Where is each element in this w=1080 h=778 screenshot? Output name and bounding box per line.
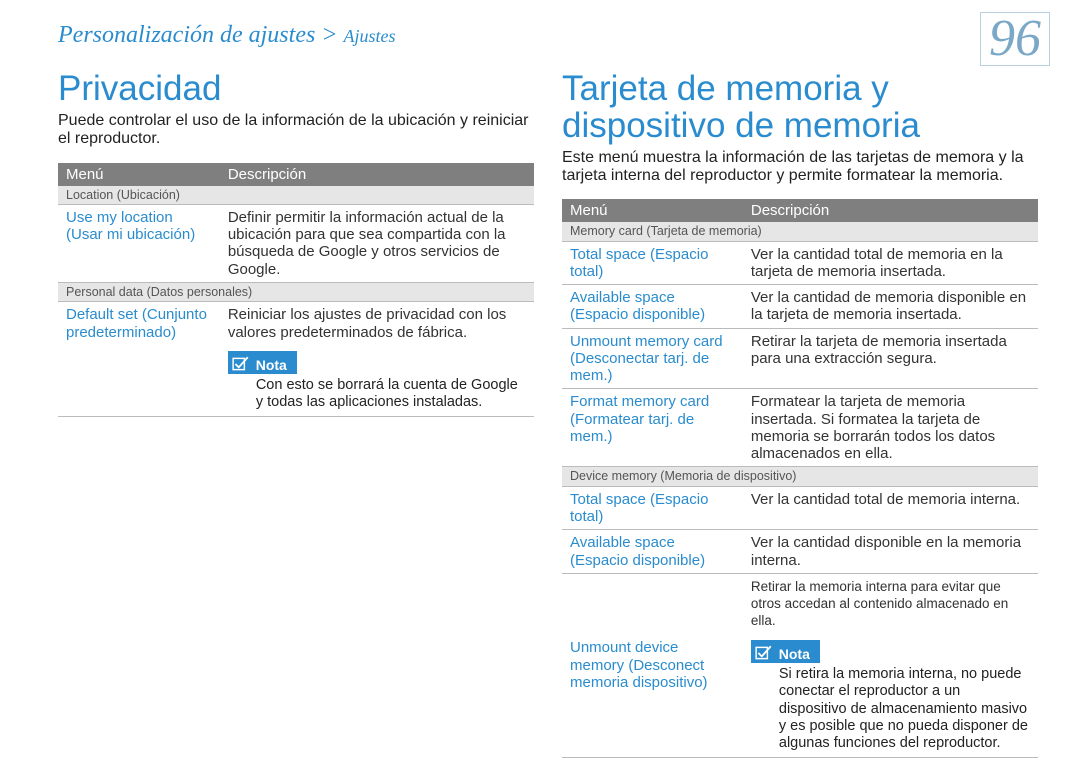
th-desc: Descripción bbox=[743, 199, 1038, 222]
privacy-intro: Puede controlar el uso de la información… bbox=[58, 112, 534, 149]
breadcrumb-sub: Ajustes bbox=[344, 26, 396, 46]
table-row: Memory card (Tarjeta de memoria) bbox=[562, 222, 1038, 241]
table-row: Device memory (Memoria de dispositivo) bbox=[562, 467, 1038, 486]
table-row: Default set (Cunjunto predeterminado) Re… bbox=[58, 302, 534, 417]
th-menu: Menú bbox=[58, 163, 220, 186]
breadcrumb: Personalización de ajustes > Ajustes bbox=[58, 22, 1038, 49]
right-column: Tarjeta de memoria y dispositivo de memo… bbox=[562, 71, 1038, 758]
breadcrumb-sep: > bbox=[321, 22, 337, 48]
menu-total-space-card: Total space (Espacio total) bbox=[562, 241, 743, 285]
table-header: Menú Descripción bbox=[562, 199, 1038, 222]
desc-use-my-location: Definir permitir la información actual d… bbox=[220, 204, 534, 282]
privacy-table: Menú Descripción Location (Ubicación) Us… bbox=[58, 163, 534, 417]
menu-default-set: Default set (Cunjunto predeterminado) bbox=[58, 302, 220, 417]
nota-label-text: Nota bbox=[256, 357, 287, 373]
table-row: Total space (Espacio total) Ver la canti… bbox=[562, 241, 1038, 285]
menu-unmount-device: Unmount device memory (Desconect memoria… bbox=[562, 573, 743, 757]
nota-box: Nota Con esto se borrará la cuenta de Go… bbox=[228, 351, 526, 412]
left-column: Privacidad Puede controlar el uso de la … bbox=[58, 71, 534, 758]
desc-unmount-device: Retirar la memoria interna para evitar q… bbox=[743, 573, 1038, 757]
category-location: Location (Ubicación) bbox=[58, 186, 534, 205]
table-row: Format memory card (Formatear tarj. de m… bbox=[562, 389, 1038, 467]
category-memory-card: Memory card (Tarjeta de memoria) bbox=[562, 222, 1038, 241]
desc-total-space-card: Ver la cantidad total de memoria en la t… bbox=[743, 241, 1038, 285]
menu-use-my-location: Use my location (Usar mi ubicación) bbox=[58, 204, 220, 282]
privacy-title: Privacidad bbox=[58, 71, 534, 108]
table-header: Menú Descripción bbox=[58, 163, 534, 186]
menu-unmount-card: Unmount memory card (Desconectar tarj. d… bbox=[562, 328, 743, 389]
category-personal-data: Personal data (Datos personales) bbox=[58, 282, 534, 301]
memory-table: Menú Descripción Memory card (Tarjeta de… bbox=[562, 199, 1038, 757]
table-row: Available space (Espacio disponible) Ver… bbox=[562, 530, 1038, 574]
desc-format-card: Formatear la tarjeta de memoria insertad… bbox=[743, 389, 1038, 467]
page-number: 96 bbox=[980, 12, 1050, 66]
table-row: Unmount device memory (Desconect memoria… bbox=[562, 573, 1038, 757]
th-desc: Descripción bbox=[220, 163, 534, 186]
table-row: Use my location (Usar mi ubicación) Defi… bbox=[58, 204, 534, 282]
table-row: Total space (Espacio total) Ver la canti… bbox=[562, 486, 1038, 530]
memory-intro: Este menú muestra la información de las … bbox=[562, 149, 1038, 186]
nota-label: Nota bbox=[228, 351, 297, 374]
desc-default-set-text: Reiniciar los ajustes de privacidad con … bbox=[228, 306, 506, 340]
th-menu: Menú bbox=[562, 199, 743, 222]
category-device-memory: Device memory (Memoria de dispositivo) bbox=[562, 467, 1038, 486]
nota-label-text: Nota bbox=[779, 646, 810, 662]
nota-text: Si retira la memoria interna, no puede c… bbox=[751, 663, 1030, 753]
desc-unmount-card: Retirar la tarjeta de memoria insertada … bbox=[743, 328, 1038, 389]
desc-available-space-card: Ver la cantidad de memoria disponible en… bbox=[743, 285, 1038, 329]
breadcrumb-main: Personalización de ajustes bbox=[58, 22, 315, 48]
table-row: Location (Ubicación) bbox=[58, 186, 534, 205]
desc-available-space-device: Ver la cantidad disponible en la memoria… bbox=[743, 530, 1038, 574]
check-box-icon bbox=[755, 644, 773, 662]
menu-format-card: Format memory card (Formatear tarj. de m… bbox=[562, 389, 743, 467]
desc-total-space-device: Ver la cantidad total de memoria interna… bbox=[743, 486, 1038, 530]
memory-title: Tarjeta de memoria y dispositivo de memo… bbox=[562, 71, 1038, 145]
desc-default-set: Reiniciar los ajustes de privacidad con … bbox=[220, 302, 534, 417]
table-row: Available space (Espacio disponible) Ver… bbox=[562, 285, 1038, 329]
table-row: Unmount memory card (Desconectar tarj. d… bbox=[562, 328, 1038, 389]
nota-label: Nota bbox=[751, 640, 820, 663]
nota-text: Con esto se borrará la cuenta de Google … bbox=[228, 374, 526, 412]
table-row: Personal data (Datos personales) bbox=[58, 282, 534, 301]
menu-available-space-card: Available space (Espacio disponible) bbox=[562, 285, 743, 329]
check-box-icon bbox=[232, 355, 250, 373]
menu-total-space-device: Total space (Espacio total) bbox=[562, 486, 743, 530]
desc-unmount-device-text: Retirar la memoria interna para evitar q… bbox=[751, 579, 1008, 629]
menu-available-space-device: Available space (Espacio disponible) bbox=[562, 530, 743, 574]
nota-box: Nota Si retira la memoria interna, no pu… bbox=[751, 640, 1030, 753]
